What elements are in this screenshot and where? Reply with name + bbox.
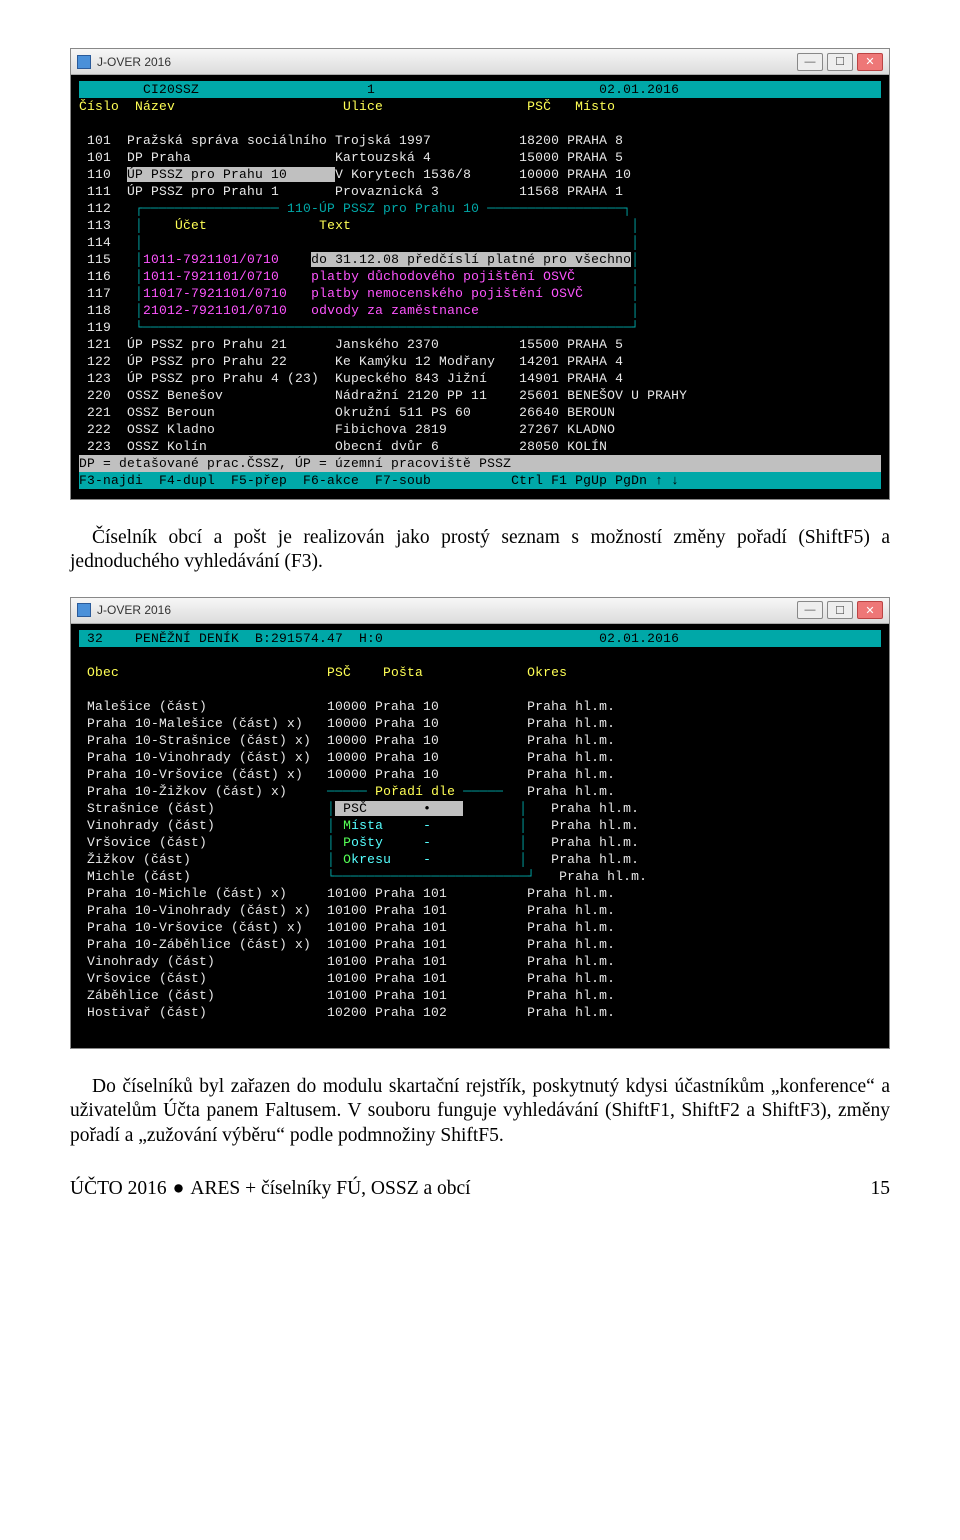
close-button[interactable]: ✕ <box>857 53 883 71</box>
page-number: 15 <box>471 1178 890 1200</box>
terminal-content: 32 PENĚŽNÍ DENÍK B:291574.47 H:0 02.01.2… <box>71 624 889 1048</box>
page-footer: ÚČTO 2016 ● ARES + číselníky FÚ, OSSZ a … <box>70 1178 890 1200</box>
window-title: J-OVER 2016 <box>97 603 171 617</box>
titlebar[interactable]: J-OVER 2016 — ☐ ✕ <box>71 49 889 75</box>
dos-window-1: J-OVER 2016 — ☐ ✕ CI20SSZ 1 02.01.2016 Č… <box>70 48 890 500</box>
minimize-button[interactable]: — <box>797 601 823 619</box>
maximize-button[interactable]: ☐ <box>827 53 853 71</box>
bullet-icon: ● <box>173 1178 185 1200</box>
paragraph-1: Číselník obcí a pošt je realizován jako … <box>70 526 890 575</box>
minimize-button[interactable]: — <box>797 53 823 71</box>
close-button[interactable]: ✕ <box>857 601 883 619</box>
maximize-button[interactable]: ☐ <box>827 601 853 619</box>
app-icon <box>77 603 91 617</box>
footer-mid: ARES + číselníky FÚ, OSSZ a obcí <box>190 1178 470 1200</box>
dos-window-2: J-OVER 2016 — ☐ ✕ 32 PENĚŽNÍ DENÍK B:291… <box>70 597 890 1049</box>
window-title: J-OVER 2016 <box>97 55 171 69</box>
footer-left: ÚČTO 2016 <box>70 1178 167 1200</box>
app-icon <box>77 55 91 69</box>
terminal-content: CI20SSZ 1 02.01.2016 Číslo Název Ulice P… <box>71 75 889 499</box>
titlebar[interactable]: J-OVER 2016 — ☐ ✕ <box>71 598 889 624</box>
paragraph-2: Do číselníků byl zařazen do modulu skart… <box>70 1075 890 1148</box>
